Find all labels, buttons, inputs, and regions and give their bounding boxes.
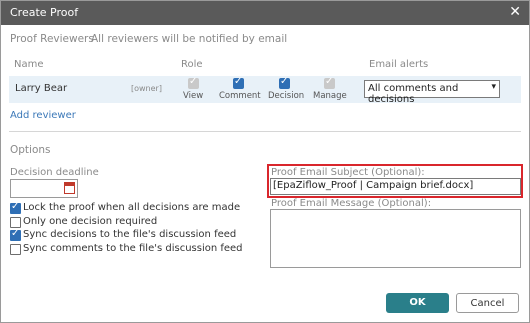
view-label: View <box>183 91 204 101</box>
sync-comments-checkbox[interactable] <box>10 244 21 255</box>
decision-deadline-label: Decision deadline <box>10 167 99 178</box>
add-reviewer-link[interactable]: Add reviewer <box>10 110 76 121</box>
comment-label: Comment <box>219 91 261 101</box>
one-decision-label: Only one decision required <box>23 216 158 227</box>
column-header-name: Name <box>14 59 44 70</box>
email-subject-label: Proof Email Subject (Optional): <box>271 167 425 178</box>
column-header-role: Role <box>181 59 203 70</box>
lock-proof-label: Lock the proof when all decisions are ma… <box>23 202 241 213</box>
email-subject-input[interactable]: [EpaZiflow_Proof | Campaign brief.docx] <box>270 178 521 195</box>
chevron-down-icon: ▾ <box>491 82 496 92</box>
email-subject-value: [EpaZiflow_Proof | Campaign brief.docx] <box>273 180 474 191</box>
dialog-title: Create Proof <box>10 6 79 19</box>
dialog-titlebar: Create Proof ✕ <box>1 1 529 25</box>
close-icon[interactable]: ✕ <box>509 4 521 20</box>
decision-label: Decision <box>268 91 305 101</box>
proof-reviewers-heading: Proof Reviewers <box>10 33 94 45</box>
calendar-icon[interactable] <box>64 182 75 194</box>
ok-button[interactable]: OK <box>386 293 449 313</box>
options-heading: Options <box>10 144 51 156</box>
owner-badge: [owner] <box>131 84 162 93</box>
lock-proof-checkbox[interactable] <box>10 201 21 214</box>
sync-comments-label: Sync comments to the file's discussion f… <box>23 243 243 254</box>
proof-reviewers-subheading: All reviewers will be notified by email <box>91 33 288 45</box>
column-header-email-alerts: Email alerts <box>369 59 429 70</box>
email-message-label: Proof Email Message (Optional): <box>271 198 432 209</box>
create-proof-dialog: Create Proof ✕ Proof Reviewers All revie… <box>0 0 530 323</box>
decision-checkbox[interactable] <box>279 76 290 89</box>
reviewer-name: Larry Bear <box>15 83 68 94</box>
email-message-textarea[interactable] <box>270 209 521 268</box>
section-divider <box>9 131 521 132</box>
sync-decisions-checkbox[interactable] <box>10 228 21 241</box>
email-alerts-value: All comments and decisions <box>368 83 459 105</box>
manage-label: Manage <box>313 91 347 101</box>
manage-checkbox[interactable] <box>324 76 335 89</box>
sync-decisions-label: Sync decisions to the file's discussion … <box>23 229 237 240</box>
email-alerts-select[interactable]: All comments and decisions ▾ <box>364 80 500 105</box>
cancel-button[interactable]: Cancel <box>456 293 519 313</box>
comment-checkbox[interactable] <box>233 76 244 89</box>
one-decision-checkbox[interactable] <box>10 217 21 228</box>
view-checkbox[interactable] <box>188 76 199 89</box>
